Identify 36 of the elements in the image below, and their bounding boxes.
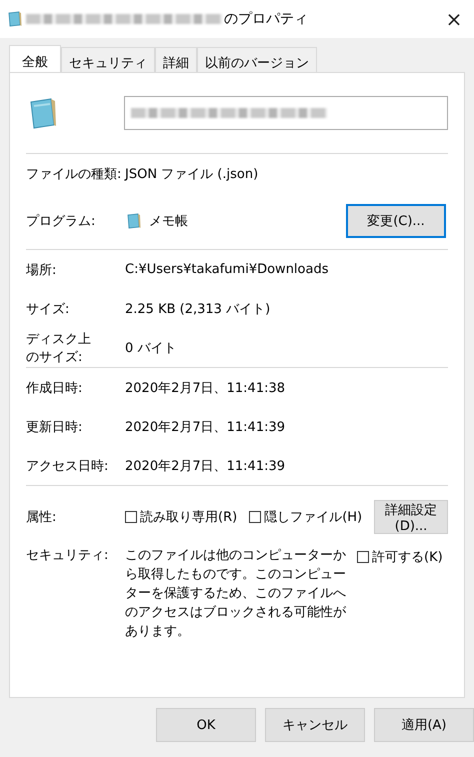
security-message: このファイルは他のコンピューターから取得したものです。このコンピューターを保護するため、このファイルへのアクセスはブロックされる可能性があります。 <box>125 547 347 641</box>
checkbox[interactable]: 許可する(K) <box>357 548 443 566</box>
notepad-icon <box>6 10 22 28</box>
dialog-button[interactable]: キャンセル <box>265 708 365 742</box>
field-value: 2020年2月7日、11:41:39 <box>125 458 286 474</box>
tab[interactable]: 詳細 <box>155 47 197 72</box>
field-label: ファイルの種類: <box>26 166 122 182</box>
tab[interactable]: セキュリティ <box>61 47 155 72</box>
field-value: C:¥Users¥takafumi¥Downloads <box>125 262 328 277</box>
close-button[interactable]: × <box>434 7 474 31</box>
checkbox[interactable]: 読み取り専用(R) <box>125 508 238 526</box>
file-name-field[interactable] <box>124 96 448 130</box>
tab[interactable]: 以前のバージョン <box>197 47 317 72</box>
field-label: アクセス日時: <box>26 458 110 474</box>
notepad-icon <box>125 212 141 230</box>
advanced-button[interactable]: 詳細設定(D)... <box>374 500 448 534</box>
field-value: 2.25 KB (2,313 バイト) <box>125 300 270 318</box>
field-value: JSON ファイル (.json) <box>125 166 258 182</box>
field-label: 場所: <box>26 262 58 278</box>
field-label: 更新日時: <box>26 418 84 436</box>
dialog-button[interactable]: OK <box>156 708 256 742</box>
window-title: のプロパティ <box>224 10 309 28</box>
field-label: プログラム: <box>26 213 96 230</box>
field-label: セキュリティ: <box>26 547 110 564</box>
field-label: 属性: <box>26 509 58 526</box>
field-value: 2020年2月7日、11:41:38 <box>125 380 286 396</box>
field-label: サイズ: <box>26 300 70 318</box>
field-value: メモ帳 <box>149 213 189 230</box>
field-value: 2020年2月7日、11:41:39 <box>125 418 286 436</box>
change-button[interactable]: 変更(C)... <box>346 204 446 238</box>
field-label: 作成日時: <box>26 380 84 396</box>
field-label: ディスク上のサイズ: <box>26 330 92 366</box>
dialog-button[interactable]: 適用(A) <box>374 708 474 742</box>
checkbox[interactable]: 隠しファイル(H) <box>249 508 362 526</box>
field-value: 0 バイト <box>125 340 176 356</box>
tab[interactable]: 全般 <box>9 45 61 72</box>
